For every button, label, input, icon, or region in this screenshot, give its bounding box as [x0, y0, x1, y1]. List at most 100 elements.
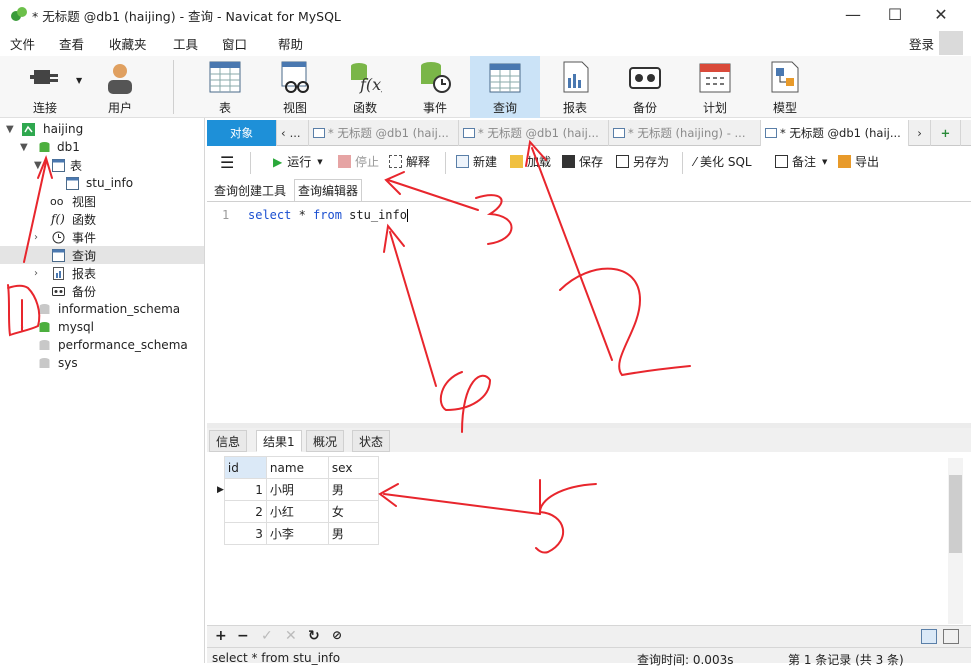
- table-row[interactable]: ▶ 1 小明 男: [217, 478, 379, 501]
- form-view-icon[interactable]: [943, 629, 959, 644]
- document-tabs: 对象 ‹... * 无标题 @db1 (haij... * 无标题 @db1 (…: [207, 120, 971, 146]
- menu-window[interactable]: 窗口: [222, 34, 247, 53]
- tree-connection-haijing[interactable]: ▼ haijing: [0, 120, 204, 138]
- tab-query-editor[interactable]: 查询编辑器: [294, 179, 363, 201]
- new-tab-icon[interactable]: +: [931, 120, 961, 146]
- menu-file[interactable]: 文件: [10, 34, 35, 53]
- cell-id[interactable]: 1: [223, 478, 267, 501]
- stop-button[interactable]: 停止: [338, 153, 379, 170]
- avatar[interactable]: [939, 31, 963, 55]
- toolbar-event-button[interactable]: 事件: [400, 56, 470, 118]
- minimize-button[interactable]: —: [830, 0, 876, 28]
- menu-help[interactable]: 帮助: [278, 34, 303, 53]
- run-button[interactable]: ▶ 运行 ▼: [273, 153, 323, 170]
- tab-scroll-right[interactable]: ›: [909, 120, 931, 146]
- tree-queries-node[interactable]: 查询: [0, 246, 204, 264]
- tab-query-1[interactable]: * 无标题 @db1 (haij...: [309, 120, 459, 146]
- add-row-icon[interactable]: +: [215, 628, 227, 644]
- tree-database-db1[interactable]: ▼ db1: [0, 138, 204, 156]
- hamburger-menu-icon[interactable]: ☰: [220, 153, 234, 172]
- tab-query-builder[interactable]: 查询创建工具: [211, 179, 289, 201]
- tree-database-information-schema[interactable]: information_schema: [0, 300, 204, 318]
- tree-database-sys[interactable]: sys: [0, 354, 204, 372]
- maximize-button[interactable]: ☐: [872, 0, 918, 28]
- tab-query-3[interactable]: * 无标题 (haijing) - ...: [609, 120, 761, 146]
- tree-views-node[interactable]: oo 视图: [0, 192, 204, 210]
- save-as-button[interactable]: 另存为: [616, 153, 669, 170]
- tab-scroll-left[interactable]: ‹...: [277, 120, 309, 146]
- column-header[interactable]: id: [223, 456, 267, 479]
- cell-id[interactable]: 2: [223, 500, 267, 523]
- load-button[interactable]: 加载: [510, 153, 551, 170]
- play-icon: ▶: [273, 154, 283, 169]
- apply-icon[interactable]: ✓: [261, 628, 273, 644]
- tab-query-2[interactable]: * 无标题 @db1 (haij...: [459, 120, 609, 146]
- login-link[interactable]: 登录: [909, 34, 934, 53]
- beautify-sql-button[interactable]: ⁄ 美化 SQL: [694, 153, 752, 170]
- row-indicator-header: [217, 456, 225, 479]
- scrollbar-thumb[interactable]: [949, 475, 962, 553]
- function-icon: f(): [51, 212, 65, 226]
- tab-objects[interactable]: 对象: [207, 120, 277, 146]
- toolbar-function-button[interactable]: f(x) 函数: [330, 56, 400, 118]
- tab-result1[interactable]: 结果1: [256, 430, 302, 452]
- table-row[interactable]: 3 小李 男: [217, 522, 379, 545]
- toolbar-table-button[interactable]: 表: [190, 56, 260, 118]
- cell-id[interactable]: 3: [223, 522, 267, 545]
- sql-editor[interactable]: [207, 201, 971, 423]
- tree-database-performance-schema[interactable]: performance_schema: [0, 336, 204, 354]
- tree-backups-node[interactable]: 备份: [0, 282, 204, 300]
- menu-view[interactable]: 查看: [59, 34, 84, 53]
- export-button[interactable]: 导出: [838, 153, 879, 170]
- view-icon: [281, 61, 309, 93]
- tree-table-stu-info[interactable]: stu_info: [0, 174, 204, 192]
- refresh-icon[interactable]: ↻: [308, 628, 320, 644]
- column-header[interactable]: name: [265, 456, 329, 479]
- toolbar-model-button[interactable]: 模型: [750, 56, 820, 118]
- column-header[interactable]: sex: [327, 456, 379, 479]
- tree-database-mysql[interactable]: › mysql: [0, 318, 204, 336]
- table-icon: [209, 61, 241, 93]
- toolbar-schedule-button[interactable]: 计划: [680, 56, 750, 118]
- toolbar-label: 查询: [492, 101, 517, 115]
- tree-tables-node[interactable]: ▼ 表: [0, 156, 204, 174]
- cell-sex[interactable]: 男: [327, 522, 379, 545]
- tab-profile[interactable]: 概况: [306, 430, 345, 452]
- save-button[interactable]: 保存: [562, 153, 603, 170]
- grid-view-icon[interactable]: [921, 629, 937, 644]
- toolbar-report-button[interactable]: 报表: [540, 56, 610, 118]
- stop-icon[interactable]: ⊘: [332, 628, 342, 642]
- tab-query-4-active[interactable]: * 无标题 @db1 (haij...: [761, 120, 909, 146]
- chevron-down-icon[interactable]: ▼: [76, 76, 82, 85]
- sql-code[interactable]: select * from stu_info: [248, 208, 408, 222]
- comment-button[interactable]: 备注 ▼: [775, 153, 827, 170]
- delete-row-icon[interactable]: −: [237, 628, 249, 644]
- tree-events-node[interactable]: › 事件: [0, 228, 204, 246]
- cell-name[interactable]: 小红: [265, 500, 329, 523]
- table-icon: [66, 176, 79, 190]
- new-button[interactable]: 新建: [456, 153, 497, 170]
- menu-tools[interactable]: 工具: [173, 34, 198, 53]
- cell-sex[interactable]: 女: [327, 500, 379, 523]
- cell-sex[interactable]: 男: [327, 478, 379, 501]
- cell-name[interactable]: 小李: [265, 522, 329, 545]
- tree-functions-node[interactable]: f() 函数: [0, 210, 204, 228]
- menu-bar: 文件 查看 收藏夹 工具 窗口 帮助: [0, 30, 971, 54]
- tab-status[interactable]: 状态: [352, 430, 391, 452]
- tab-info[interactable]: 信息: [209, 430, 248, 452]
- table-row[interactable]: 2 小红 女: [217, 500, 379, 523]
- toolbar-view-button[interactable]: 视图: [260, 56, 330, 118]
- line-number: 1: [222, 208, 230, 222]
- toolbar-user-button[interactable]: 用户: [85, 56, 155, 118]
- close-button[interactable]: ✕: [918, 0, 964, 28]
- toolbar-query-button[interactable]: 查询: [470, 56, 540, 118]
- grid-toolbar: + − ✓ ✕ ↻ ⊘: [207, 625, 971, 647]
- cell-name[interactable]: 小明: [265, 478, 329, 501]
- toolbar-backup-button[interactable]: 备份: [610, 56, 680, 118]
- tree-reports-node[interactable]: › 报表: [0, 264, 204, 282]
- toolbar-connect-button[interactable]: 连接: [10, 56, 80, 118]
- navicat-logo-icon: [11, 7, 27, 21]
- explain-button[interactable]: 解释: [389, 153, 430, 170]
- discard-icon[interactable]: ✕: [285, 628, 297, 644]
- menu-favorites[interactable]: 收藏夹: [109, 34, 147, 53]
